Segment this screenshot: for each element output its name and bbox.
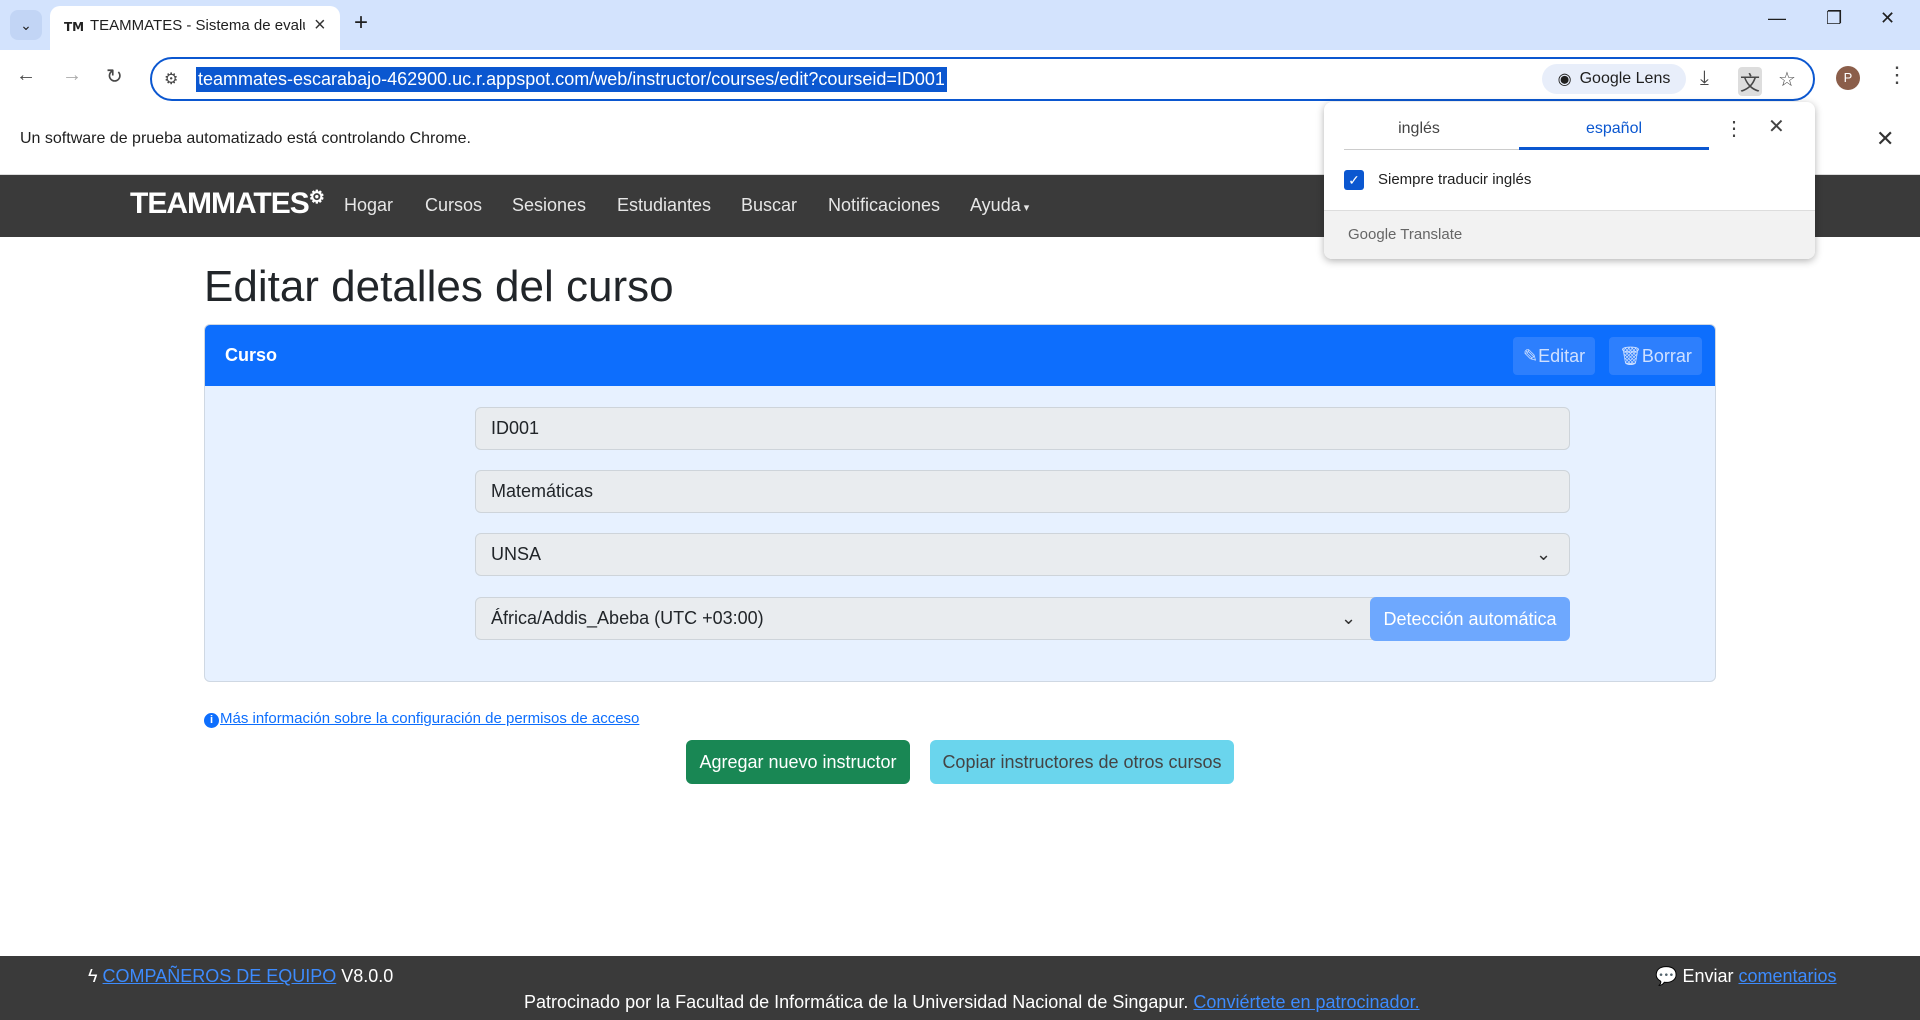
reload-icon[interactable]: ↻ xyxy=(106,64,123,89)
pencil-icon: ✎ xyxy=(1523,346,1539,366)
browser-tab-bar: ⌄ TM TEAMMATES - Sistema de evalu × + — … xyxy=(0,0,1920,50)
target-language-tab[interactable]: español xyxy=(1519,120,1709,138)
gear-icon: ⚙ xyxy=(308,187,325,207)
restore-icon[interactable]: ❐ xyxy=(1826,8,1842,29)
nav-home[interactable]: Hogar xyxy=(344,195,393,216)
course-id-field[interactable]: ID001 xyxy=(475,407,1570,450)
chat-icon: 💬 xyxy=(1655,966,1678,986)
teammates-favicon: TM xyxy=(64,20,85,34)
url-text[interactable]: teammates-escarabajo-462900.uc.r.appspot… xyxy=(196,67,947,92)
teammates-logo[interactable]: TEAMMATES⚙ xyxy=(130,187,325,221)
always-translate-label: Siempre traducir inglés xyxy=(1378,171,1532,188)
browser-tab[interactable]: TM TEAMMATES - Sistema de evalu × xyxy=(50,6,340,50)
translate-icon[interactable]: 文 xyxy=(1738,67,1762,96)
edit-button[interactable]: ✎Editar xyxy=(1513,337,1596,375)
page-footer: ϟ COMPAÑEROS DE EQUIPO V8.0.0 💬 Enviar c… xyxy=(0,956,1920,1020)
footer-brand-link[interactable]: COMPAÑEROS DE EQUIPO xyxy=(103,966,337,986)
edit-label: Editar xyxy=(1538,346,1586,366)
institute-value: UNSA xyxy=(491,544,542,564)
always-translate-checkbox[interactable]: ✓ xyxy=(1344,170,1364,190)
profile-avatar[interactable]: P xyxy=(1836,66,1860,90)
nav-students[interactable]: Estudiantes xyxy=(617,195,711,216)
chevron-down-icon: ⌄ xyxy=(1536,544,1552,564)
permissions-info-link[interactable]: i Más información sobre la configuración … xyxy=(204,710,639,728)
translate-popup: inglés español ⋮ ✕ ✓ Siempre traducir in… xyxy=(1324,102,1815,259)
logo-text: TEAMMATES xyxy=(130,187,310,220)
bolt-icon: ϟ xyxy=(88,966,98,986)
tab-close-icon[interactable]: × xyxy=(314,14,326,37)
nav-sessions[interactable]: Sesiones xyxy=(512,195,586,216)
infobar-close-icon[interactable]: ✕ xyxy=(1876,126,1894,152)
source-language-tab[interactable]: inglés xyxy=(1324,120,1514,138)
timezone-select[interactable]: África/Addis_Abeba (UTC +03:00) ⌄ xyxy=(475,597,1375,640)
tab-search-button[interactable]: ⌄ xyxy=(10,10,42,40)
lens-label: Google Lens xyxy=(1579,70,1671,87)
minimize-icon[interactable]: — xyxy=(1768,8,1786,29)
google-lens-button[interactable]: ◉ Google Lens xyxy=(1542,64,1686,94)
course-name-field[interactable]: Matemáticas xyxy=(475,470,1570,513)
card-header: Curso ✎Editar 🗑Borrar xyxy=(205,325,1715,386)
card-title: Curso xyxy=(225,345,278,365)
page-title: Editar detalles del curso xyxy=(204,262,674,311)
translate-options-icon[interactable]: ⋮ xyxy=(1724,116,1744,141)
footer-version: ϟ COMPAÑEROS DE EQUIPO V8.0.0 xyxy=(88,966,393,987)
add-instructor-button[interactable]: Agregar nuevo instructor xyxy=(686,740,910,784)
translate-footer: Google Translate xyxy=(1324,210,1815,259)
feedback: 💬 Enviar comentarios xyxy=(1655,966,1837,987)
timezone-value: África/Addis_Abeba (UTC +03:00) xyxy=(491,608,764,628)
nav-help[interactable]: Ayuda ▾ xyxy=(970,195,1029,216)
active-tab-underline xyxy=(1519,147,1709,150)
delete-button[interactable]: 🗑Borrar xyxy=(1609,337,1702,375)
nav-notifications[interactable]: Notificaciones xyxy=(828,195,940,216)
sponsor-link[interactable]: Conviértete en patrocinador. xyxy=(1193,992,1419,1012)
version-text: V8.0.0 xyxy=(341,966,394,986)
chevron-down-icon: ⌄ xyxy=(1341,608,1357,628)
back-icon[interactable]: ← xyxy=(16,64,36,87)
translate-close-icon[interactable]: ✕ xyxy=(1768,114,1785,139)
caret-down-icon: ▾ xyxy=(1020,202,1030,214)
chrome-menu-icon[interactable]: ⋮ xyxy=(1886,62,1908,88)
info-icon: i xyxy=(204,713,219,728)
delete-label: Borrar xyxy=(1641,346,1692,366)
nav-search[interactable]: Buscar xyxy=(741,195,797,216)
nav-help-label: Ayuda xyxy=(970,195,1021,215)
lens-icon: ◉ xyxy=(1557,71,1572,88)
address-bar[interactable]: ⚙ teammates-escarabajo-462900.uc.r.appsp… xyxy=(150,57,1815,101)
site-settings-icon[interactable]: ⚙ xyxy=(164,69,178,89)
feedback-link[interactable]: comentarios xyxy=(1738,966,1836,986)
window-close-icon[interactable]: ✕ xyxy=(1880,8,1895,29)
copy-instructors-button[interactable]: Copiar instructores de otros cursos xyxy=(930,740,1234,784)
trash-icon: 🗑 xyxy=(1619,346,1642,366)
permissions-link-text: Más información sobre la configuración d… xyxy=(220,710,640,727)
install-app-icon[interactable]: ⤓ xyxy=(1700,67,1709,90)
sponsor-text: Patrocinado por la Facultad de Informáti… xyxy=(524,992,1420,1013)
feedback-prefix: Enviar xyxy=(1682,966,1734,986)
forward-icon[interactable]: → xyxy=(62,64,82,87)
google-translate-brand: Google Translate xyxy=(1348,226,1463,243)
nav-courses[interactable]: Cursos xyxy=(425,195,482,216)
auto-detect-button[interactable]: Detección automática xyxy=(1370,597,1570,641)
tab-title: TEAMMATES - Sistema de evalu xyxy=(90,17,305,34)
new-tab-icon[interactable]: + xyxy=(354,9,368,37)
sponsor-desc: Patrocinado por la Facultad de Informáti… xyxy=(524,992,1189,1012)
automation-notice: Un software de prueba automatizado está … xyxy=(20,130,471,147)
course-card: Curso ✎Editar 🗑Borrar ID del curso: ID00… xyxy=(204,324,1716,682)
bookmark-star-icon[interactable]: ☆ xyxy=(1778,67,1796,92)
institute-select[interactable]: UNSA ⌄ xyxy=(475,533,1570,576)
